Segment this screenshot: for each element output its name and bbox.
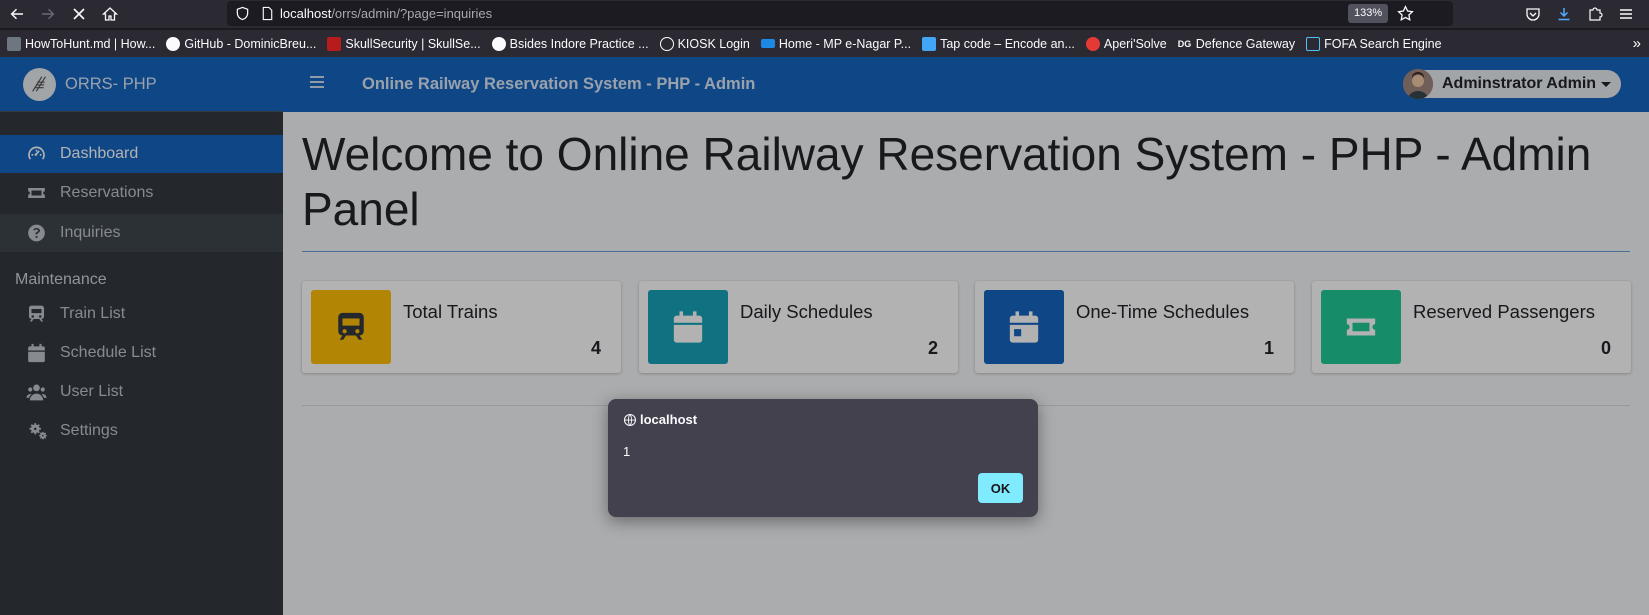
skull-icon (327, 36, 342, 51)
bsides-icon (491, 36, 506, 51)
bookmark-label: Tap code – Encode an... (940, 36, 1075, 51)
address-bar[interactable]: localhost/orrs/admin/?page=inquiries 133… (227, 1, 1453, 26)
app-menu-button[interactable] (1615, 3, 1637, 25)
globe-icon (659, 36, 674, 51)
bookmark-label: Bsides Indore Practice ... (509, 36, 649, 51)
bookmark-label: Defence Gateway (1195, 36, 1296, 51)
bookmark-label: Home - MP e-Nagar P... (778, 36, 912, 51)
download-icon (1558, 8, 1570, 21)
arrow-left-icon (10, 8, 23, 20)
url-text[interactable]: localhost/orrs/admin/?page=inquiries (280, 6, 492, 21)
bookmark-item[interactable]: Tap code – Encode an... (922, 36, 1075, 51)
browser-toolbar: localhost/orrs/admin/?page=inquiries 133… (0, 0, 1649, 28)
pocket-button[interactable] (1522, 3, 1544, 25)
bookmark-label: KIOSK Login (677, 36, 750, 51)
sap-icon (760, 39, 775, 48)
stop-loading-button[interactable] (67, 2, 91, 26)
bookmark-item[interactable]: Home - MP e-Nagar P... (760, 36, 912, 51)
bookmark-item[interactable]: DG Defence Gateway (1178, 37, 1295, 51)
bookmark-item[interactable]: Aperi'Solve (1085, 36, 1167, 51)
home-icon (102, 7, 118, 21)
modal-backdrop (0, 57, 1649, 615)
globe-icon (623, 413, 637, 427)
bookmark-item[interactable]: SkullSecurity | SkullSe... (327, 36, 481, 51)
pocket-icon (1526, 8, 1540, 21)
github-icon (166, 36, 181, 51)
page-icon[interactable] (260, 6, 275, 21)
bookmark-item[interactable]: KIOSK Login (659, 36, 750, 51)
bookmark-label: HowToHunt.md | How... (25, 36, 156, 51)
url-path: /orrs/admin/?page=inquiries (331, 6, 493, 21)
defence-gateway-icon: DG (1177, 38, 1192, 49)
puzzle-icon (1589, 7, 1603, 21)
star-icon[interactable] (1397, 5, 1414, 22)
shield-icon[interactable] (235, 6, 250, 21)
bookmark-label: GitHub - DominicBreu... (184, 36, 317, 51)
extensions-button[interactable] (1584, 3, 1606, 25)
zoom-level-badge[interactable]: 133% (1348, 4, 1389, 23)
bookmark-item[interactable]: FOFA Search Engine (1306, 36, 1442, 51)
hamburger-menu-icon (1620, 9, 1632, 19)
bookmark-label: SkullSecurity | SkullSe... (345, 36, 481, 51)
bookmarks-bar: HowToHunt.md | How... GitHub - DominicBr… (0, 30, 1649, 57)
bookmark-label: FOFA Search Engine (1324, 36, 1442, 51)
bookmark-item[interactable]: GitHub - DominicBreu... (166, 36, 317, 51)
arrow-right-icon (42, 8, 55, 20)
aperisolve-icon (1085, 36, 1100, 51)
dialog-title: localhost (640, 412, 698, 427)
dialog-message: 1 (623, 444, 631, 459)
home-button[interactable] (98, 2, 122, 26)
fofa-icon (1306, 36, 1321, 51)
bookmarks-overflow-chevron-icon[interactable]: » (1633, 35, 1641, 52)
tap-code-icon (922, 36, 937, 51)
bookmark-item[interactable]: HowToHunt.md | How... (7, 36, 156, 51)
bookmark-item[interactable]: Bsides Indore Practice ... (491, 36, 649, 51)
bookmark-favicon-icon (7, 36, 21, 51)
downloads-button[interactable] (1553, 3, 1575, 25)
bookmark-label: Aperi'Solve (1103, 36, 1167, 51)
back-button[interactable] (5, 2, 29, 26)
close-icon (73, 8, 85, 20)
alert-dialog: localhost 1 OK (608, 399, 1038, 517)
ok-button[interactable]: OK (978, 473, 1023, 503)
url-host: localhost (280, 6, 332, 21)
forward-button[interactable] (36, 2, 60, 26)
